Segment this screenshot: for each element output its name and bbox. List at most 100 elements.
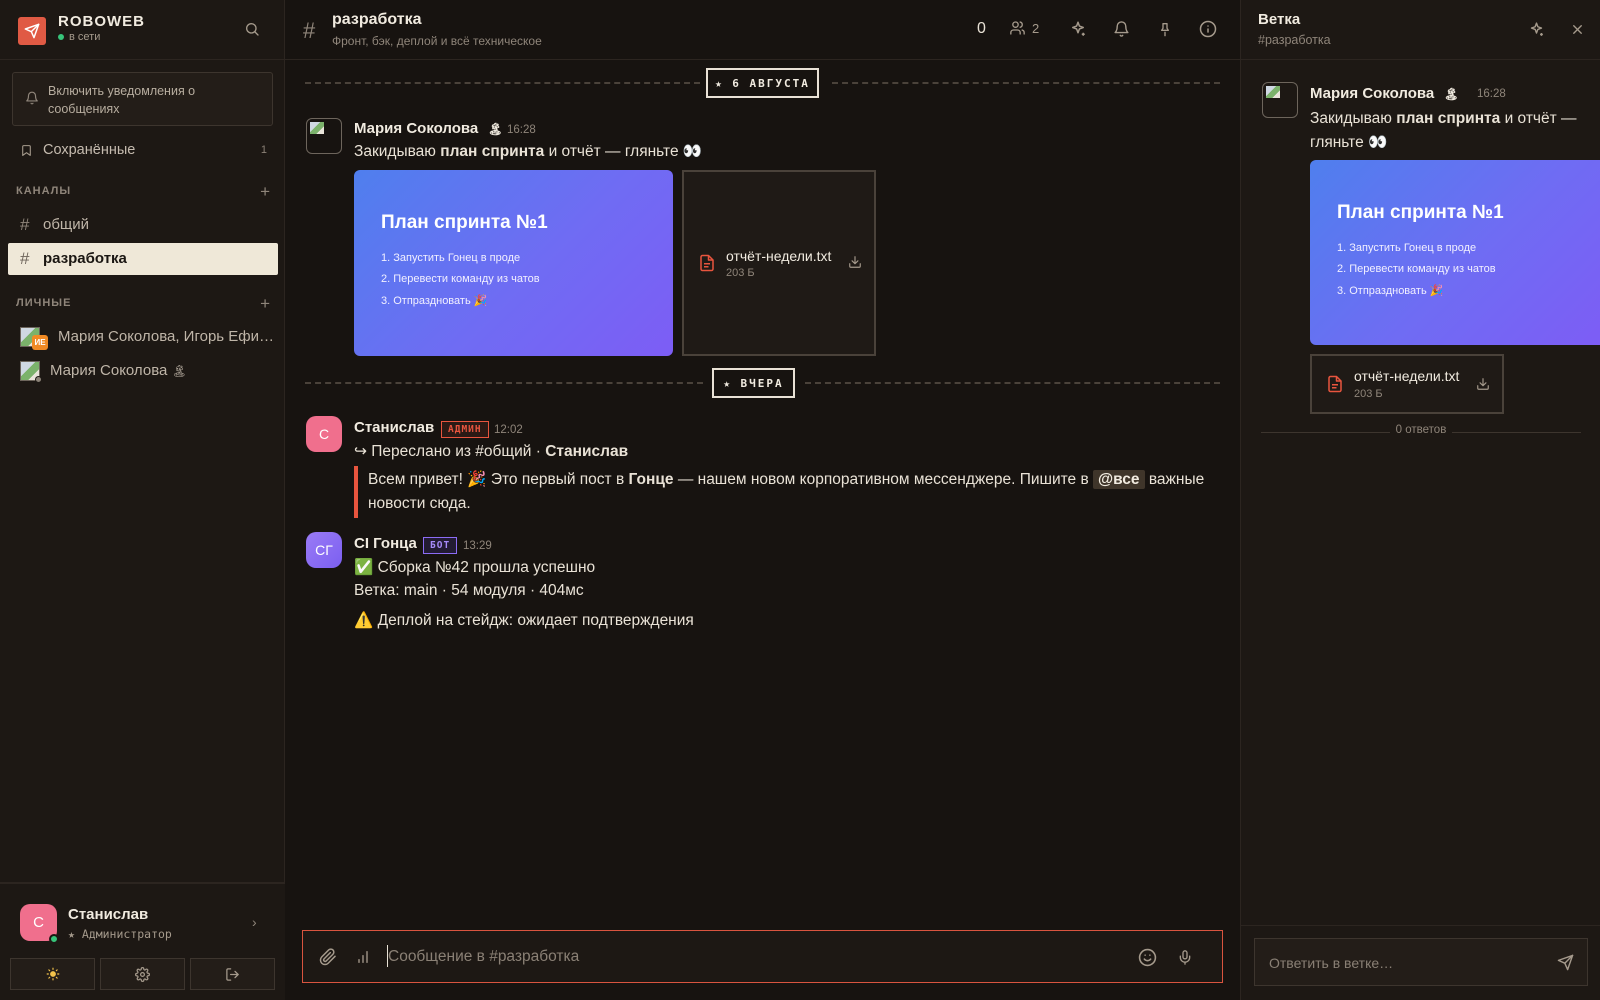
send-icon[interactable] <box>1557 954 1574 971</box>
bot-badge: БОТ <box>423 537 458 554</box>
avatar[interactable] <box>1262 82 1298 118</box>
replies-count-label: 0 ответов <box>1389 424 1453 436</box>
members-count: 2 <box>1032 20 1040 36</box>
card-item: 3. Отпраздновать 🎉 <box>1337 285 1444 297</box>
saved-messages-item[interactable]: Сохранённые 1 <box>12 140 273 162</box>
search-icon[interactable] <box>244 21 262 39</box>
connection-status: в сети <box>58 31 100 43</box>
sparkle-icon[interactable] <box>1528 21 1545 38</box>
card-item: 3. Отпраздновать 🎉 <box>381 295 488 307</box>
message-author[interactable]: CI Гонца <box>354 535 417 552</box>
brand-header: ROBOWEB в сети <box>0 0 285 60</box>
mention-all[interactable]: @все <box>1093 470 1145 489</box>
card-title: План спринта №1 <box>381 212 548 233</box>
thread-reply-input[interactable] <box>1269 953 1539 973</box>
settings-button[interactable] <box>100 958 185 990</box>
quote-text-line: новости сюда. <box>368 495 471 512</box>
separator-line <box>805 382 1220 384</box>
date-separator: ★ 6 АВГУСТА <box>305 68 1220 98</box>
enable-notifications-label: Включить уведомления о сообщениях <box>48 84 196 116</box>
sidebar-dm-group[interactable]: ИЕ Мария Соколова, Игорь Ефи… <box>8 323 278 351</box>
text-fragment: важные <box>1144 471 1205 488</box>
thread-header: Ветка #разработка <box>1241 0 1600 60</box>
add-channel-icon[interactable]: + <box>260 182 271 202</box>
avatar[interactable] <box>306 118 342 154</box>
text-fragment: и отчёт — гляньте 👀 <box>544 143 703 160</box>
forward-prefix: ↪ Переслано из #общий · <box>354 443 546 460</box>
card-item: 1. Запустить Гонец в проде <box>381 252 521 264</box>
separator-line <box>832 82 1220 84</box>
text-bold: Гонце <box>628 471 674 488</box>
author-status-emoji: 🏝 <box>1443 87 1459 101</box>
dm-label: Мария Соколова, Игорь Ефи… <box>58 328 274 345</box>
brand-logo-icon <box>18 17 46 45</box>
paperclip-icon[interactable] <box>319 948 337 966</box>
enable-notifications-button[interactable]: Включить уведомления о сообщениях <box>12 72 273 126</box>
message-author[interactable]: Мария Соколова 🏝 <box>1310 85 1459 102</box>
avatar[interactable]: С <box>306 416 342 452</box>
members-button[interactable]: 2 <box>1009 20 1039 36</box>
image-attachment[interactable]: План спринта №1 1. Запустить Гонец в про… <box>354 170 673 356</box>
file-attachment[interactable]: отчёт-недели.txt 203 Б <box>1310 354 1504 414</box>
replies-count: 0 ответов <box>1261 424 1581 436</box>
mic-icon[interactable] <box>1177 948 1193 967</box>
chevron-right-icon[interactable]: › <box>252 914 257 930</box>
app-name: ROBOWEB <box>58 13 145 30</box>
thread-composer-area <box>1241 925 1600 1000</box>
message-time: 12:02 <box>494 424 523 436</box>
thread-title: Ветка <box>1258 11 1301 28</box>
bell-icon <box>25 91 39 105</box>
chart-icon[interactable] <box>355 949 371 965</box>
saved-messages-count: 1 <box>260 144 267 156</box>
sidebar-channel-development[interactable]: # разработка <box>8 243 278 275</box>
quote-bar <box>354 466 358 518</box>
forwarded-from[interactable]: ↪ Переслано из #общий · Станислав <box>354 442 628 461</box>
close-icon[interactable] <box>1570 22 1585 37</box>
image-attachment[interactable]: План спринта №1 1. Запустить Гонец в про… <box>1310 160 1600 345</box>
channels-header-label: КАНАЛЫ <box>16 185 72 197</box>
file-attachment[interactable]: отчёт-недели.txt 203 Б <box>682 170 876 356</box>
date-separator: ★ ВЧЕРА <box>305 368 1220 398</box>
admin-badge: АДМИН <box>441 421 489 438</box>
channels-section-header: КАНАЛЫ + <box>16 182 271 202</box>
smile-icon[interactable] <box>1138 948 1157 967</box>
theme-toggle-button[interactable] <box>10 958 95 990</box>
saved-messages-label: Сохранённые <box>43 142 136 158</box>
sidebar-dm-maria[interactable]: Мария Соколова 🏝 <box>8 357 278 385</box>
message-time: 13:29 <box>463 540 492 552</box>
avatar-badge: ИЕ <box>32 335 48 350</box>
text-bold: план спринта <box>1396 110 1501 127</box>
hash-icon: # <box>20 215 30 234</box>
file-size: 203 Б <box>1354 388 1383 400</box>
channel-subtitle: Фронт, бэк, деплой и всё техническое <box>332 34 542 48</box>
user-role: ★ Администратор <box>68 927 172 941</box>
users-icon <box>1009 20 1026 36</box>
channel-label: общий <box>43 216 90 233</box>
sun-icon <box>46 967 60 981</box>
thread-panel: Ветка #разработка Мария Соколова 🏝 16:28… <box>1240 0 1600 1000</box>
add-dm-icon[interactable]: + <box>260 294 271 314</box>
bell-icon[interactable] <box>1113 20 1130 38</box>
text-fragment: Закидываю <box>1310 110 1397 127</box>
message-text: Закидываю план спринта и отчёт — гляньте… <box>354 142 702 161</box>
pin-icon[interactable] <box>1157 20 1173 38</box>
card-title: План спринта №1 <box>1337 202 1504 223</box>
sparkle-icon[interactable] <box>1069 20 1087 38</box>
online-dot-icon <box>58 34 64 40</box>
channel-header: # разработка Фронт, бэк, деплой и всё те… <box>285 0 1240 60</box>
logout-button[interactable] <box>190 958 275 990</box>
file-icon <box>698 252 716 274</box>
download-icon[interactable] <box>1476 377 1490 391</box>
quote-text-line: Всем привет! 🎉 Это первый пост в Гонце —… <box>368 470 1204 489</box>
download-icon[interactable] <box>848 255 862 269</box>
dm-status-emoji: 🏝 <box>171 364 187 378</box>
message-input[interactable] <box>388 946 1028 968</box>
avatar[interactable]: СГ <box>306 532 342 568</box>
info-icon[interactable] <box>1199 20 1217 38</box>
card-item: 2. Перевести команду из чатов <box>381 273 540 285</box>
message-author[interactable]: Мария Соколова 🏝 <box>354 120 503 137</box>
message-author[interactable]: Станислав <box>354 419 434 436</box>
sidebar-channel-general[interactable]: # общий <box>8 209 278 241</box>
dm-label: Мария Соколова 🏝 <box>50 362 187 379</box>
personal-header-label: ЛИЧНЫЕ <box>16 297 72 309</box>
